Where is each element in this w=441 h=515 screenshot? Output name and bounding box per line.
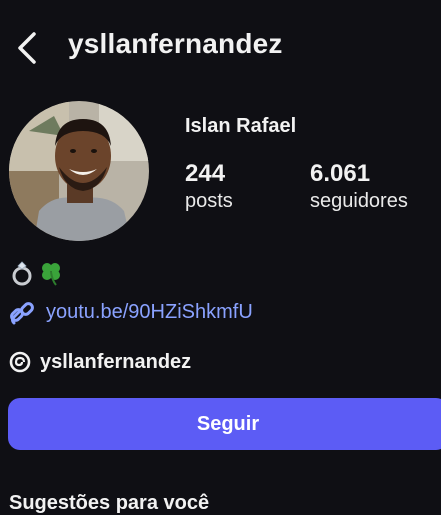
posts-stat[interactable]: 244 posts (185, 160, 233, 213)
chevron-left-icon (18, 32, 36, 64)
four-leaf-clover-icon (42, 263, 60, 286)
bio (10, 260, 64, 286)
ring-icon (12, 261, 32, 286)
avatar[interactable] (9, 101, 149, 241)
back-button[interactable] (14, 28, 44, 68)
profile-link[interactable]: youtu.be/90HZiShkmfU (8, 298, 253, 326)
threads-handle: ysllanfernandez (40, 350, 192, 373)
followers-label: seguidores (310, 190, 408, 212)
profile-link-text[interactable]: youtu.be/90HZiShkmfU (46, 301, 253, 324)
profile-photo (9, 101, 149, 241)
followers-stat[interactable]: 6.061 seguidores (310, 160, 408, 213)
top-bar: ysllanfernandez (0, 0, 441, 96)
followers-count: 6.061 (310, 160, 371, 187)
page-title: ysllanfernandez (68, 28, 283, 59)
posts-label: posts (185, 190, 233, 212)
posts-count: 244 (185, 160, 226, 187)
follow-button[interactable]: Seguir (8, 398, 441, 450)
profile-display-name: Islan Rafael (185, 115, 297, 137)
link-icon (10, 302, 34, 325)
threads-icon (9, 351, 31, 373)
threads-badge[interactable]: ysllanfernandez (8, 350, 191, 374)
